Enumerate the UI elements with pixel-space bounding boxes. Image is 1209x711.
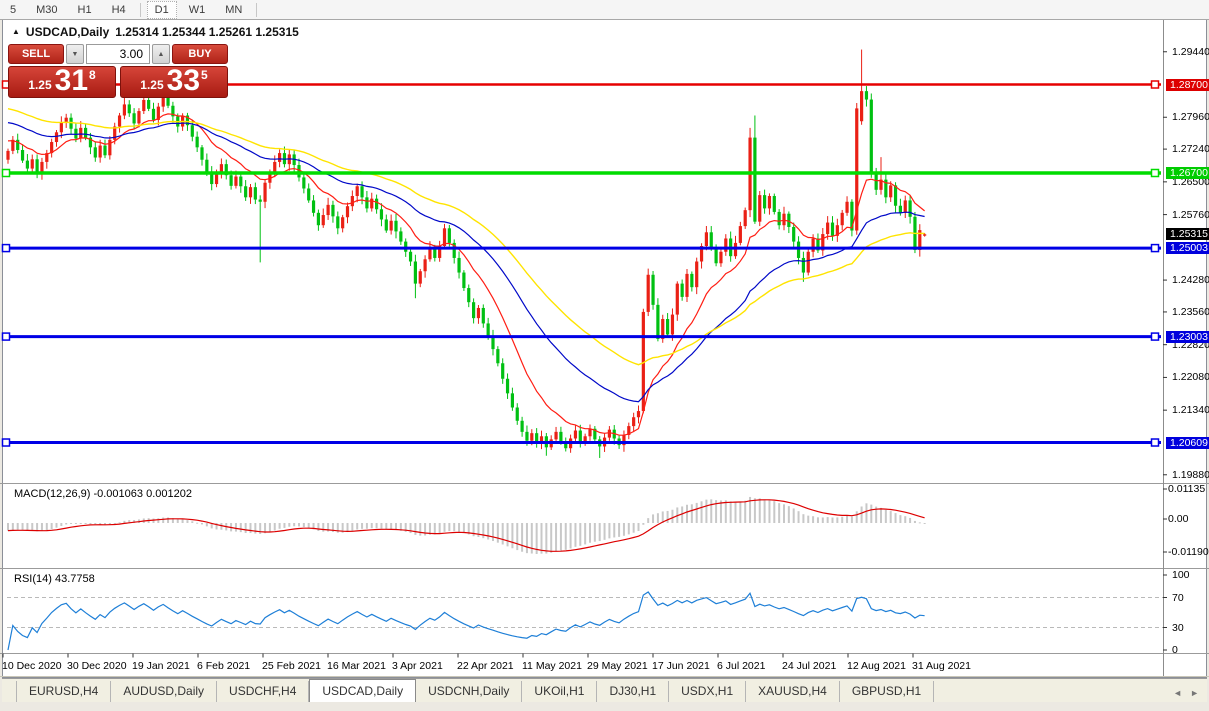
buy-price-prefix: 1.25 bbox=[140, 78, 164, 92]
tab-scroll-right-icon[interactable]: ► bbox=[1190, 688, 1199, 698]
one-click-trading-panel: SELL ▼ ▲ BUY 1.25 31 8 1.25 33 5 bbox=[8, 44, 228, 98]
timeframe-button-H4[interactable]: H4 bbox=[104, 1, 134, 19]
sell-price-sup: 8 bbox=[89, 68, 96, 82]
sell-price-tile[interactable]: 1.25 31 8 bbox=[8, 66, 116, 98]
buy-price-sup: 5 bbox=[201, 68, 208, 82]
sell-price-big: 31 bbox=[54, 64, 89, 97]
symbol-tab-AUDUSD-Daily[interactable]: AUDUSD,Daily bbox=[111, 681, 218, 702]
symbol-tab-UKOil-H1[interactable]: UKOil,H1 bbox=[522, 681, 598, 702]
toolbar-separator bbox=[256, 2, 258, 17]
symbol-tab-GBPUSD-H1[interactable]: GBPUSD,H1 bbox=[840, 681, 935, 702]
sell-price-prefix: 1.25 bbox=[28, 78, 52, 92]
volume-decrease-button[interactable]: ▼ bbox=[66, 44, 84, 64]
timeframe-button-MN[interactable]: MN bbox=[217, 1, 250, 19]
tab-scroll-left-icon[interactable]: ◄ bbox=[1173, 688, 1182, 698]
volume-increase-button[interactable]: ▲ bbox=[152, 44, 170, 64]
symbol-tab-bar: EURUSD,H4 AUDUSD,Daily USDCHF,H4 USDCAD,Dai… bbox=[2, 678, 1207, 702]
buy-price-tile[interactable]: 1.25 33 5 bbox=[120, 66, 228, 98]
symbol-tab-USDCHF-H4[interactable]: USDCHF,H4 bbox=[217, 681, 310, 702]
toolbar-separator bbox=[139, 2, 141, 17]
timeframe-toolbar: 5 M30 H1 H4 D1 W1 MN bbox=[0, 0, 1209, 20]
symbol-tab-USDCAD-Daily[interactable]: USDCAD,Daily bbox=[309, 679, 417, 702]
symbol-tab-USDX-H1[interactable]: USDX,H1 bbox=[669, 681, 747, 702]
timeframe-button-M30[interactable]: M30 bbox=[28, 1, 65, 19]
timeframe-button-D1[interactable]: D1 bbox=[146, 0, 177, 19]
symbol-tab-XAUUSD-H4[interactable]: XAUUSD,H4 bbox=[746, 681, 840, 702]
buy-button[interactable]: BUY bbox=[172, 44, 228, 64]
symbol-tab-USDCNH-Daily[interactable]: USDCNH,Daily bbox=[416, 681, 523, 702]
timeframe-button-5[interactable]: 5 bbox=[2, 1, 24, 19]
chart-window[interactable] bbox=[2, 19, 1207, 678]
volume-input[interactable] bbox=[86, 44, 150, 64]
symbol-tab-DJ30-H1[interactable]: DJ30,H1 bbox=[597, 681, 670, 702]
sell-button[interactable]: SELL bbox=[8, 44, 64, 64]
symbol-tab-EURUSD-H4[interactable]: EURUSD,H4 bbox=[16, 681, 112, 702]
timeframe-button-H1[interactable]: H1 bbox=[70, 1, 100, 19]
timeframe-button-W1[interactable]: W1 bbox=[181, 1, 214, 19]
buy-price-big: 33 bbox=[166, 64, 201, 97]
